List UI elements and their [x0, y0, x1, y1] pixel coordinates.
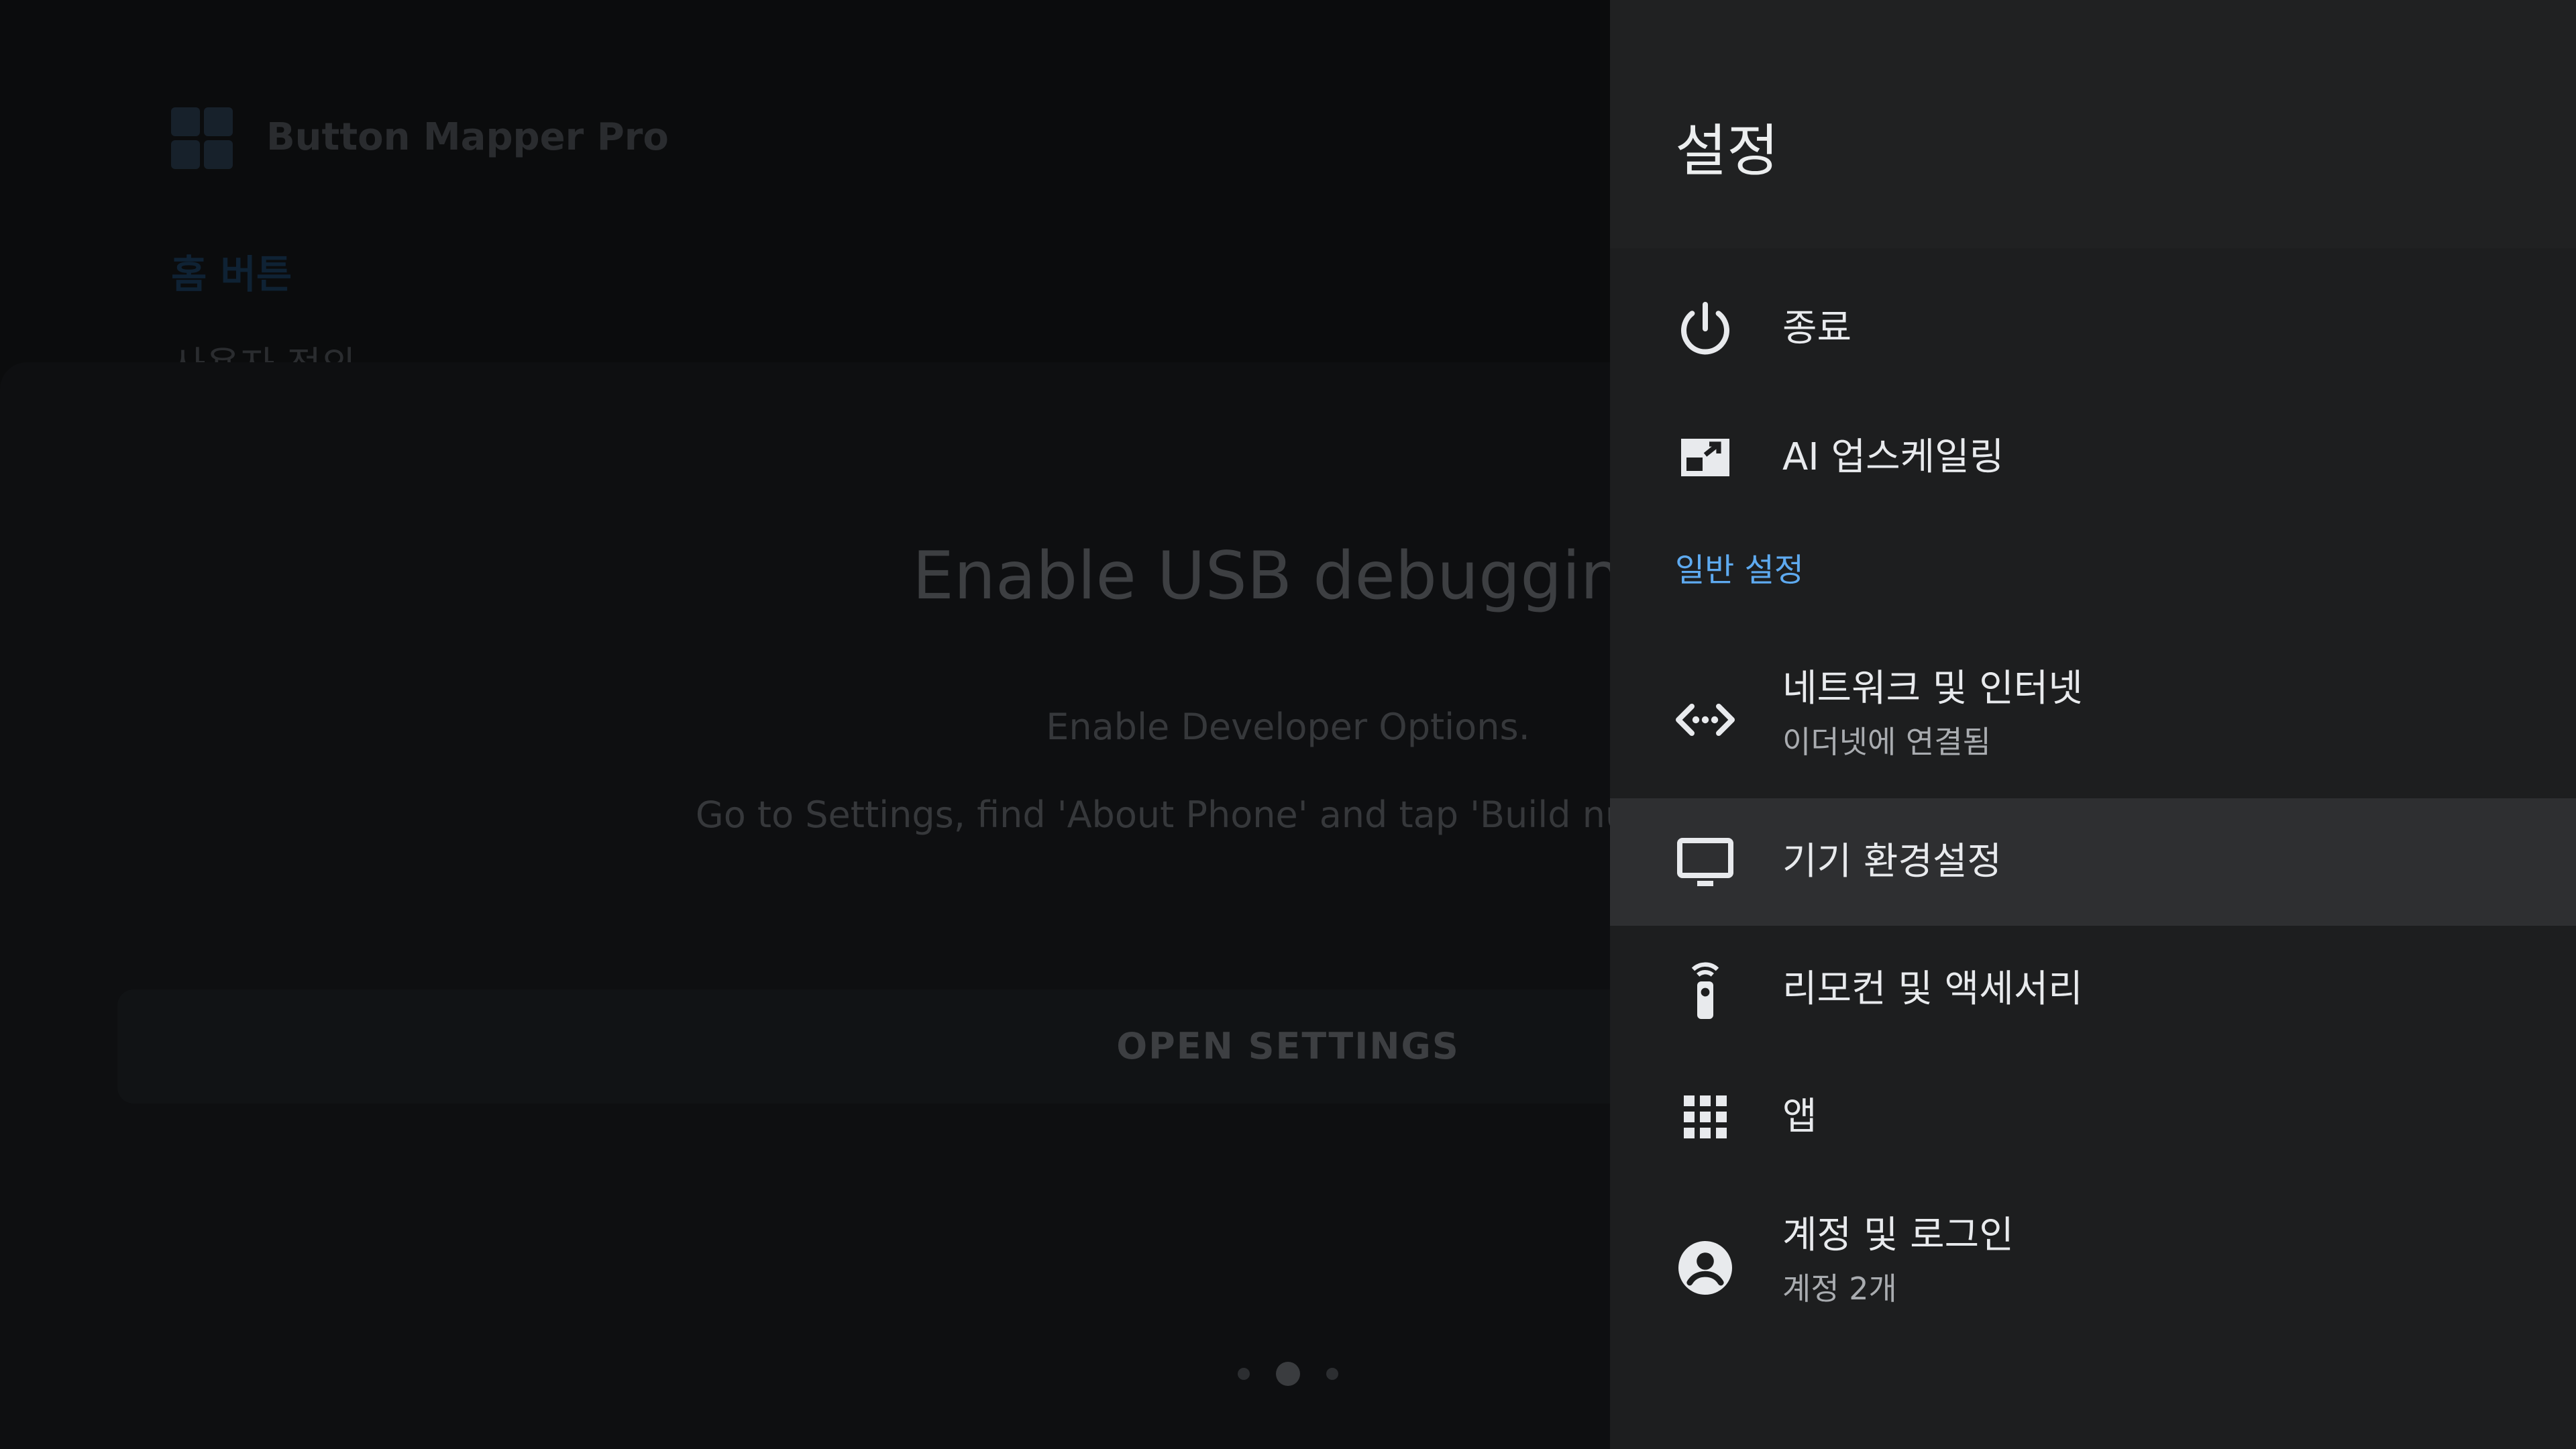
page-indicator — [1238, 1360, 1338, 1387]
settings-item-accounts[interactable]: 계정 및 로그인 계정 2개 — [1610, 1194, 2576, 1342]
settings-item-ai-upscaling[interactable]: AI 업스케일링 — [1610, 394, 2576, 521]
settings-item-network[interactable]: 네트워크 및 인터넷 이더넷에 연결됨 — [1610, 646, 2576, 794]
network-icon — [1673, 688, 1737, 752]
settings-item-apps[interactable]: 앱 — [1610, 1053, 2576, 1181]
settings-item-power-off[interactable]: 종료 — [1610, 265, 2576, 392]
settings-item-subtitle: 계정 2개 — [1782, 1271, 1897, 1307]
apps-grid-icon — [1673, 1085, 1737, 1149]
settings-item-label: AI 업스케일링 — [1782, 435, 2004, 479]
tv-icon — [1673, 830, 1737, 894]
app-logo-icon — [171, 107, 233, 169]
account-icon — [1673, 1236, 1737, 1300]
settings-item-remotes-accessories[interactable]: 리모컨 및 액세서리 — [1610, 926, 2576, 1053]
category-general-settings: 일반 설정 — [1675, 551, 1804, 589]
settings-item-subtitle: 이더넷에 연결됨 — [1782, 724, 1991, 760]
usb-debugging-dialog: Enable USB debugging Enable Developer Op… — [0, 362, 2459, 1449]
panel-title: 설정 — [1675, 118, 1779, 184]
page-dot — [1326, 1368, 1338, 1380]
upscale-icon — [1673, 425, 1737, 490]
settings-item-label: 계정 및 로그인 — [1782, 1214, 2014, 1257]
page-dot — [1238, 1368, 1250, 1380]
section-heading: 홈 버튼 — [171, 252, 292, 297]
settings-item-device-preferences[interactable]: 기기 환경설정 — [1610, 798, 2576, 926]
settings-item-label: 리모컨 및 액세서리 — [1782, 967, 2083, 1011]
settings-item-label: 앱 — [1782, 1095, 1817, 1138]
panel-header: 설정 — [1610, 0, 2576, 248]
page-dot-active — [1276, 1362, 1300, 1386]
settings-item-label: 종료 — [1782, 307, 1852, 350]
section-subtitle: 사용자 정의 — [171, 335, 356, 362]
settings-item-label: 기기 환경설정 — [1782, 840, 2002, 883]
settings-item-label: 네트워크 및 인터넷 — [1782, 667, 2083, 710]
app-title: Button Mapper Pro — [266, 115, 669, 159]
remote-icon — [1673, 957, 1737, 1022]
power-icon — [1673, 297, 1737, 361]
settings-panel: 설정 종료 AI 업스케일링 일반 설정 네트워크 및 인터넷 이더넷에 연결됨… — [1610, 0, 2576, 1449]
